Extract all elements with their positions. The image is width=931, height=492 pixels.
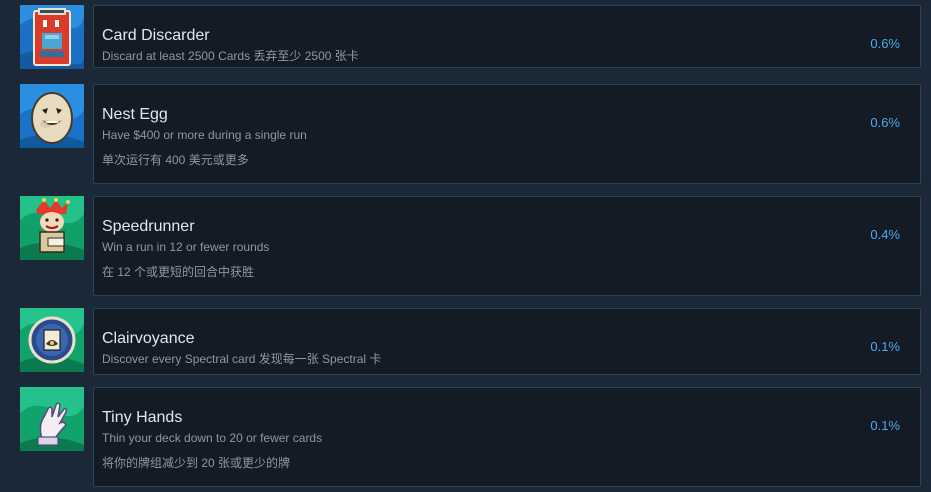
achievement-description: Have $400 or more during a single run	[102, 128, 307, 142]
unlock-percentage: 0.1%	[870, 339, 900, 354]
unlock-percentage: 0.4%	[870, 227, 900, 242]
achievement-title: Nest Egg	[102, 106, 168, 123]
achievement-description: Thin your deck down to 20 or fewer cards	[102, 431, 323, 445]
achievement-description-translation: 将你的牌组减少到 20 张或更少的牌	[102, 456, 291, 470]
card-discarder-icon	[20, 5, 84, 69]
tiny-hands-icon	[20, 387, 84, 451]
clairvoyance-icon	[20, 308, 84, 372]
achievement-description: Discover every Spectral card 发现每一张 Spect…	[102, 352, 382, 366]
achievement-title: Clairvoyance	[102, 330, 195, 347]
achievement-card: Nest Egg Have $400 or more during a sing…	[93, 84, 921, 184]
nest-egg-icon	[20, 84, 84, 148]
achievement-card: Tiny Hands Thin your deck down to 20 or …	[93, 387, 921, 487]
achievement-title: Speedrunner	[102, 218, 195, 235]
achievement-card: Speedrunner Win a run in 12 or fewer rou…	[93, 196, 921, 296]
achievement-description-translation: 单次运行有 400 美元或更多	[102, 153, 249, 167]
unlock-percentage: 0.1%	[870, 418, 900, 433]
achievement-description: Discard at least 2500 Cards 丢弃至少 2500 张卡	[102, 49, 359, 63]
speedrunner-icon	[20, 196, 84, 260]
achievement-title: Card Discarder	[102, 27, 210, 44]
achievement-title: Tiny Hands	[102, 409, 183, 426]
unlock-percentage: 0.6%	[870, 115, 900, 130]
achievement-card: Clairvoyance Discover every Spectral car…	[93, 308, 921, 375]
achievement-description: Win a run in 12 or fewer rounds	[102, 240, 270, 254]
achievement-description-translation: 在 12 个或更短的回合中获胜	[102, 265, 255, 279]
unlock-percentage: 0.6%	[870, 36, 900, 51]
achievement-card: Card Discarder Discard at least 2500 Car…	[93, 5, 921, 68]
